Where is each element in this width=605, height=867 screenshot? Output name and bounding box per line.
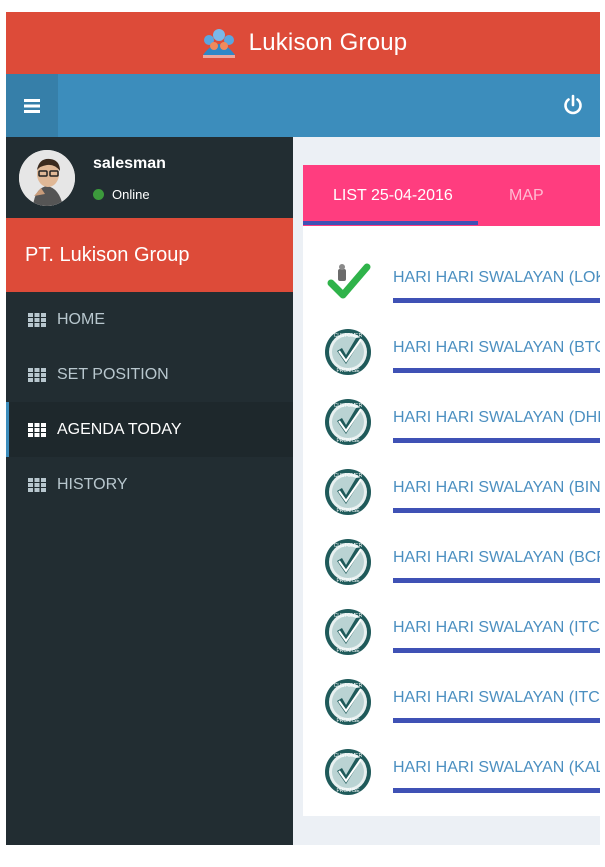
store-name: HARI HARI SWALAYAN (ITC FATMAWATI) (393, 619, 600, 636)
user-panel: salesman Online (6, 137, 293, 218)
list-item[interactable]: HARI HARI SWALAYAN (BCP) (303, 523, 600, 593)
row-divider (393, 368, 600, 373)
row-divider (393, 788, 600, 793)
sidebar-item-label: AGENDA TODAY (57, 420, 182, 438)
list-item[interactable]: HARI HARI SWALAYAN (ITC ROXY) (303, 663, 600, 733)
avatar (19, 150, 75, 206)
active-tab-indicator (303, 221, 478, 225)
store-name: HARI HARI SWALAYAN (ITC ROXY) (393, 689, 600, 706)
store-name: HARI HARI SWALAYAN (LOKASARI) (393, 269, 600, 286)
store-name: HARI HARI SWALAYAN (BINTARO) (393, 479, 600, 496)
sidebar-item-set-position[interactable]: SET POSITION (6, 347, 293, 402)
store-name: HARI HARI SWALAYAN (KALIMALANG) (393, 759, 600, 776)
sidebar-toggle-button[interactable] (6, 74, 58, 137)
grid-icon (28, 423, 46, 437)
row-divider (393, 578, 600, 583)
sidebar-menu: HOME SET POSITION AGENDA TODAY HISTORY (6, 292, 293, 512)
store-name: HARI HARI SWALAYAN (BCP) (393, 549, 600, 566)
customer-promise-badge-icon (323, 677, 373, 727)
customer-promise-badge-icon (323, 327, 373, 377)
sidebar-item-home[interactable]: HOME (6, 292, 293, 347)
list-item[interactable]: HARI HARI SWALAYAN (ITC FATMAWATI) (303, 593, 600, 663)
user-name: salesman (93, 155, 166, 172)
row-divider (393, 718, 600, 723)
visited-checkmark-icon (327, 263, 371, 299)
app-title: Lukison Group (248, 29, 408, 56)
tab-bar: LIST 25-04-2016 MAP (303, 165, 600, 226)
app-header: Lukison Group (6, 12, 600, 74)
hamburger-icon (24, 98, 40, 113)
row-divider (393, 648, 600, 653)
sidebar-item-agenda-today[interactable]: AGENDA TODAY (6, 402, 293, 457)
user-status: Online (93, 187, 150, 202)
row-divider (393, 508, 600, 513)
grid-icon (28, 313, 46, 327)
customer-promise-badge-icon (323, 467, 373, 517)
power-icon[interactable] (562, 94, 584, 116)
customer-promise-badge-icon (323, 747, 373, 797)
sidebar: salesman Online PT. Lukison Group HOME S… (6, 137, 293, 857)
app-frame: Lukison Group salesman Online PT. Lukiso… (6, 12, 600, 857)
store-name: HARI HARI SWALAYAN (DHI) (393, 409, 600, 426)
list-item[interactable]: HARI HARI SWALAYAN (DHI) (303, 383, 600, 453)
customer-promise-badge-icon (323, 397, 373, 447)
top-navbar (6, 74, 600, 137)
list-item[interactable]: HARI HARI SWALAYAN (BTC) (303, 313, 600, 383)
list-item[interactable]: HARI HARI SWALAYAN (LOKASARI) (303, 243, 600, 313)
tab-list[interactable]: LIST 25-04-2016 (333, 165, 453, 226)
agenda-panel: LIST 25-04-2016 MAP HARI HARI SWALAYAN (… (303, 165, 600, 816)
store-name: HARI HARI SWALAYAN (BTC) (393, 339, 600, 356)
list-item[interactable]: HARI HARI SWALAYAN (KALIMALANG) (303, 733, 600, 803)
row-divider (393, 438, 600, 443)
sidebar-item-label: SET POSITION (57, 365, 169, 383)
sidebar-item-label: HISTORY (57, 475, 128, 493)
customer-promise-badge-icon (323, 537, 373, 587)
grid-icon (28, 368, 46, 382)
company-logo-icon (202, 29, 235, 58)
main-content: LIST 25-04-2016 MAP HARI HARI SWALAYAN (… (293, 137, 600, 857)
user-photo-icon (19, 150, 75, 206)
sidebar-item-label: HOME (57, 310, 105, 328)
sidebar-item-history[interactable]: HISTORY (6, 457, 293, 512)
online-status-dot (93, 189, 104, 200)
list-item[interactable]: HARI HARI SWALAYAN (BINTARO) (303, 453, 600, 523)
user-status-label: Online (112, 187, 150, 202)
customer-promise-badge-icon (323, 607, 373, 657)
company-name: PT. Lukison Group (6, 218, 293, 292)
bottom-edge (0, 845, 605, 867)
grid-icon (28, 478, 46, 492)
row-divider (393, 298, 600, 303)
tab-map[interactable]: MAP (509, 165, 544, 226)
